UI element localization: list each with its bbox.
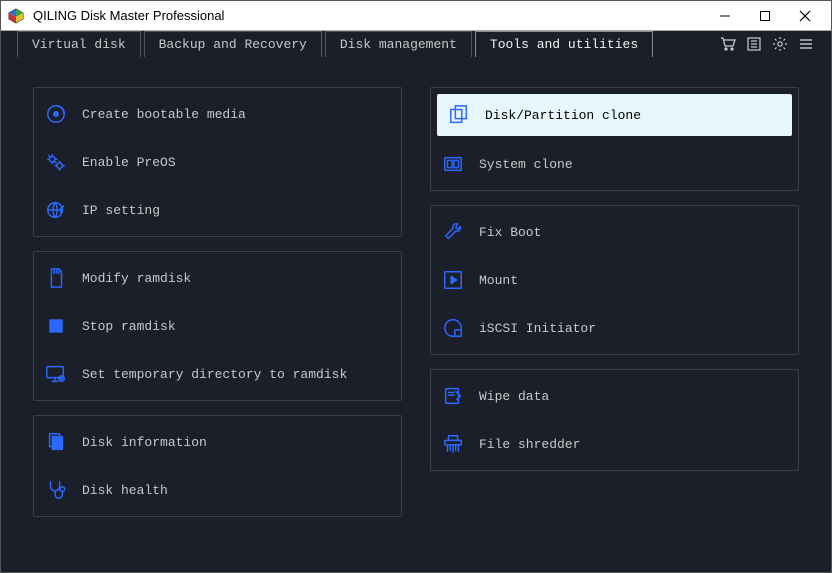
tool-item-label: Enable PreOS: [82, 155, 176, 170]
tool-item-label: File shredder: [479, 437, 580, 452]
menu-icon[interactable]: [793, 31, 819, 57]
tool-item-label: Create bootable media: [82, 107, 246, 122]
tab-label: Backup and Recovery: [159, 37, 307, 52]
tool-item-label: iSCSI Initiator: [479, 321, 596, 336]
tab-label: Virtual disk: [32, 37, 126, 52]
tool-item-label: Disk health: [82, 483, 168, 498]
left-column: Create bootable media Enable PreOS IP sett…: [33, 87, 402, 517]
wrench-icon: [441, 220, 465, 244]
stethoscope-icon: [44, 478, 68, 502]
tool-item-stop-ramdisk[interactable]: Stop ramdisk: [34, 302, 401, 350]
close-button[interactable]: [785, 1, 825, 31]
titlebar: QILING Disk Master Professional: [1, 1, 831, 31]
tool-item-mount[interactable]: Mount: [431, 256, 798, 304]
system-clone-icon: [441, 152, 465, 176]
maximize-button[interactable]: [745, 1, 785, 31]
tool-item-ip-setting[interactable]: IP setting: [34, 186, 401, 234]
monitor-gear-icon: [44, 362, 68, 386]
tool-panel: Disk/Partition clone System clone: [430, 87, 799, 191]
tab-backup-recovery[interactable]: Backup and Recovery: [144, 31, 322, 57]
tool-item-label: IP setting: [82, 203, 160, 218]
tool-item-disk-health[interactable]: Disk health: [34, 466, 401, 514]
sdcard-icon: [44, 266, 68, 290]
tool-item-label: Wipe data: [479, 389, 549, 404]
tool-item-disk-information[interactable]: Disk information: [34, 418, 401, 466]
wipe-icon: [441, 384, 465, 408]
tool-item-fix-boot[interactable]: Fix Boot: [431, 208, 798, 256]
tool-item-system-clone[interactable]: System clone: [431, 140, 798, 188]
tab-tools-utilities[interactable]: Tools and utilities: [475, 31, 653, 57]
tab-label: Tools and utilities: [490, 37, 638, 52]
tool-item-modify-ramdisk[interactable]: Modify ramdisk: [34, 254, 401, 302]
right-column: Disk/Partition clone System clone Fix Boot…: [430, 87, 799, 517]
tool-item-set-temporary-directory-to-ramdisk[interactable]: Set temporary directory to ramdisk: [34, 350, 401, 398]
tool-panel: Create bootable media Enable PreOS IP sett…: [33, 87, 402, 237]
tool-item-label: Set temporary directory to ramdisk: [82, 367, 347, 382]
tool-item-iscsi-initiator[interactable]: iSCSI Initiator: [431, 304, 798, 352]
tool-panel: Disk information Disk health: [33, 415, 402, 517]
gear-icon[interactable]: [767, 31, 793, 57]
tool-item-label: Disk information: [82, 435, 207, 450]
minimize-button[interactable]: [705, 1, 745, 31]
tool-item-label: Fix Boot: [479, 225, 541, 240]
app-logo-icon: [7, 7, 25, 25]
stop-icon: [44, 314, 68, 338]
gears-icon: [44, 150, 68, 174]
tool-item-wipe-data[interactable]: Wipe data: [431, 372, 798, 420]
tab-bar: Virtual disk Backup and Recovery Disk ma…: [1, 31, 831, 57]
tab-virtual-disk[interactable]: Virtual disk: [17, 31, 141, 57]
tool-item-label: Modify ramdisk: [82, 271, 191, 286]
disc-icon: [44, 102, 68, 126]
clone-icon: [447, 103, 471, 127]
tool-panel: Fix Boot Mount iSCSI Initiator: [430, 205, 799, 355]
tab-label: Disk management: [340, 37, 457, 52]
globe-icon: [44, 198, 68, 222]
pages-icon: [44, 430, 68, 454]
tool-item-enable-preos[interactable]: Enable PreOS: [34, 138, 401, 186]
iscsi-icon: [441, 316, 465, 340]
shredder-icon: [441, 432, 465, 456]
tab-disk-management[interactable]: Disk management: [325, 31, 472, 57]
tool-panel: Modify ramdisk Stop ramdisk Set temporary …: [33, 251, 402, 401]
play-icon: [441, 268, 465, 292]
window-title: QILING Disk Master Professional: [33, 8, 705, 23]
tool-panel: Wipe data File shredder: [430, 369, 799, 471]
window-controls: [705, 1, 825, 31]
content-area: Create bootable media Enable PreOS IP sett…: [1, 57, 831, 547]
tool-item-label: Stop ramdisk: [82, 319, 176, 334]
tool-item-label: Mount: [479, 273, 518, 288]
cart-icon[interactable]: [715, 31, 741, 57]
tool-item-label: Disk/Partition clone: [485, 108, 641, 123]
tool-item-create-bootable-media[interactable]: Create bootable media: [34, 90, 401, 138]
tool-item-file-shredder[interactable]: File shredder: [431, 420, 798, 468]
tool-item-label: System clone: [479, 157, 573, 172]
list-icon[interactable]: [741, 31, 767, 57]
tool-item-disk-partition-clone[interactable]: Disk/Partition clone: [437, 94, 792, 136]
